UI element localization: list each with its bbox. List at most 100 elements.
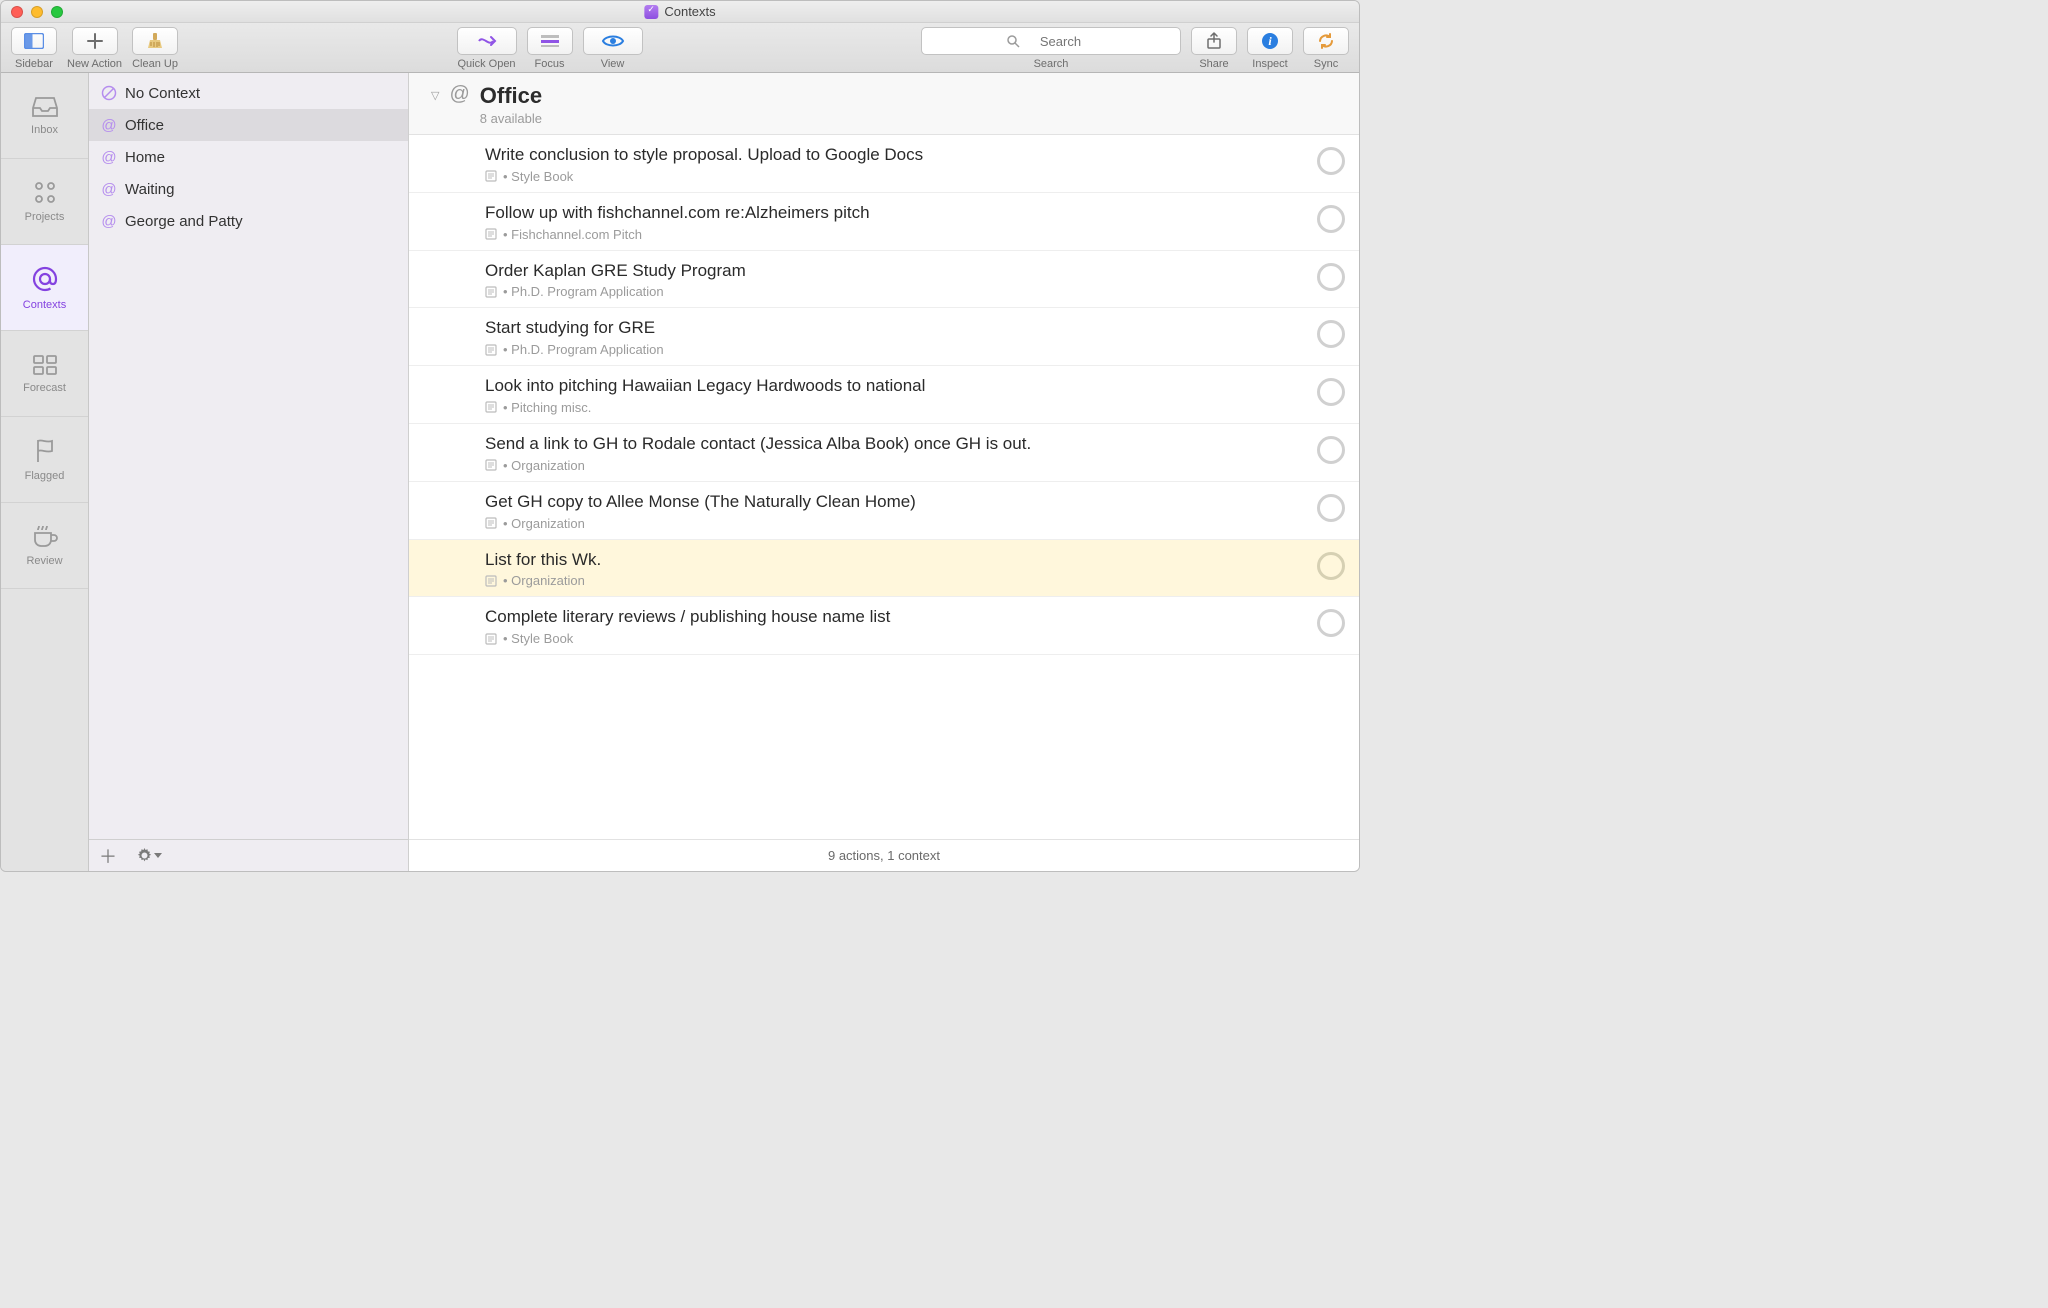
note-icon xyxy=(485,344,497,356)
task-row[interactable]: Start studying for GRE• Ph.D. Program Ap… xyxy=(409,308,1359,366)
titlebar: Contexts xyxy=(1,1,1359,23)
at-icon: @ xyxy=(101,149,117,166)
task-complete-checkbox[interactable] xyxy=(1317,436,1345,464)
context-item-office[interactable]: @Office xyxy=(89,109,408,141)
task-title: Look into pitching Hawaiian Legacy Hardw… xyxy=(485,374,1305,398)
rail-projects[interactable]: Projects xyxy=(1,159,88,245)
sync-button[interactable] xyxy=(1303,27,1349,55)
task-project: • Fishchannel.com Pitch xyxy=(485,227,1305,242)
at-icon: @ xyxy=(101,117,117,134)
task-row[interactable]: Get GH copy to Allee Monse (The Naturall… xyxy=(409,482,1359,540)
task-row[interactable]: Send a link to GH to Rodale contact (Jes… xyxy=(409,424,1359,482)
note-icon xyxy=(485,575,497,587)
task-row[interactable]: Follow up with fishchannel.com re:Alzhei… xyxy=(409,193,1359,251)
at-icon: @ xyxy=(449,83,469,106)
context-item-home[interactable]: @ Home xyxy=(89,141,408,173)
task-row[interactable]: Order Kaplan GRE Study Program• Ph.D. Pr… xyxy=(409,251,1359,309)
focus-button[interactable] xyxy=(527,27,573,55)
focus-label: Focus xyxy=(535,58,565,70)
rail-inbox[interactable]: Inbox xyxy=(1,73,88,159)
inspect-button[interactable]: i xyxy=(1247,27,1293,55)
task-project: • Style Book xyxy=(485,631,1305,646)
task-complete-checkbox[interactable] xyxy=(1317,205,1345,233)
maximize-window-button[interactable] xyxy=(51,6,63,18)
quick-open-label: Quick Open xyxy=(457,58,515,70)
task-complete-checkbox[interactable] xyxy=(1317,320,1345,348)
task-complete-checkbox[interactable] xyxy=(1317,263,1345,291)
share-icon xyxy=(1206,32,1222,50)
search-icon xyxy=(1007,35,1020,48)
task-title: Write conclusion to style proposal. Uplo… xyxy=(485,143,1305,167)
sidebar-button[interactable] xyxy=(11,27,57,55)
no-context-icon xyxy=(101,85,117,101)
context-label: No Context xyxy=(125,85,200,102)
add-context-button[interactable]: ＋ xyxy=(99,843,117,869)
sync-icon xyxy=(1317,32,1335,50)
task-title: Order Kaplan GRE Study Program xyxy=(485,259,1305,283)
plus-icon xyxy=(86,32,104,50)
context-label: Home xyxy=(125,149,165,166)
task-title: Follow up with fishchannel.com re:Alzhei… xyxy=(485,201,1305,225)
task-project: • Organization xyxy=(485,516,1305,531)
task-row[interactable]: Write conclusion to style proposal. Uplo… xyxy=(409,135,1359,193)
rail-contexts[interactable]: Contexts xyxy=(1,245,88,331)
task-project: • Pitching misc. xyxy=(485,400,1305,415)
clean-up-button[interactable] xyxy=(132,27,178,55)
focus-icon xyxy=(540,34,560,48)
flag-icon xyxy=(34,438,56,464)
task-row[interactable]: Look into pitching Hawaiian Legacy Hardw… xyxy=(409,366,1359,424)
new-action-button[interactable] xyxy=(72,27,118,55)
inbox-icon xyxy=(31,96,59,118)
at-icon xyxy=(31,265,59,293)
gear-icon xyxy=(137,848,152,863)
note-icon xyxy=(485,459,497,471)
task-project: • Organization xyxy=(485,458,1305,473)
forecast-icon xyxy=(32,354,58,376)
contexts-sidebar: No Context@Office@Home@Waiting@George an… xyxy=(89,73,409,871)
context-item-george-and-patty[interactable]: @George and Patty xyxy=(89,205,408,237)
search-input-field[interactable] xyxy=(1026,34,1096,49)
inspect-label: Inspect xyxy=(1252,58,1287,70)
share-label: Share xyxy=(1199,58,1228,70)
rail-review[interactable]: Review xyxy=(1,503,88,589)
status-text: 9 actions, 1 context xyxy=(828,848,940,863)
task-project: • Organization xyxy=(485,573,1305,588)
quick-open-button[interactable] xyxy=(457,27,517,55)
task-row[interactable]: List for this Wk.• Organization xyxy=(409,540,1359,598)
info-icon: i xyxy=(1261,32,1279,50)
search-label: Search xyxy=(1034,58,1069,70)
perspective-rail: Inbox Projects Contexts Forecast Flagged… xyxy=(1,73,89,871)
search-input[interactable] xyxy=(921,27,1181,55)
header-subtitle: 8 available xyxy=(480,111,542,126)
app-icon xyxy=(644,5,658,19)
close-window-button[interactable] xyxy=(11,6,23,18)
task-row[interactable]: Complete literary reviews / publishing h… xyxy=(409,597,1359,655)
task-title: Get GH copy to Allee Monse (The Naturall… xyxy=(485,490,1305,514)
rail-flagged[interactable]: Flagged xyxy=(1,417,88,503)
minimize-window-button[interactable] xyxy=(31,6,43,18)
disclosure-triangle[interactable]: ▽ xyxy=(431,83,439,102)
context-item-no-context[interactable]: No Context xyxy=(89,77,408,109)
task-complete-checkbox[interactable] xyxy=(1317,378,1345,406)
context-label: Waiting xyxy=(125,181,174,198)
view-button[interactable] xyxy=(583,27,643,55)
broom-icon xyxy=(146,32,164,50)
task-complete-checkbox[interactable] xyxy=(1317,147,1345,175)
coffee-icon xyxy=(31,525,59,549)
rail-forecast[interactable]: Forecast xyxy=(1,331,88,417)
share-button[interactable] xyxy=(1191,27,1237,55)
main-content: ▽ @ Office 8 available Write conclusion … xyxy=(409,73,1359,871)
at-icon: @ xyxy=(101,181,117,198)
arrow-right-icon xyxy=(477,33,497,49)
context-item-waiting[interactable]: @ Waiting xyxy=(89,173,408,205)
task-complete-checkbox[interactable] xyxy=(1317,552,1345,580)
sidebar-label: Sidebar xyxy=(15,58,53,70)
clean-up-label: Clean Up xyxy=(132,58,178,70)
task-complete-checkbox[interactable] xyxy=(1317,609,1345,637)
window-title: Contexts xyxy=(664,4,715,19)
task-complete-checkbox[interactable] xyxy=(1317,494,1345,522)
new-action-label: New Action xyxy=(67,58,122,70)
sidebar-gear-menu[interactable] xyxy=(137,848,162,863)
task-title: List for this Wk. xyxy=(485,548,1305,572)
note-icon xyxy=(485,401,497,413)
